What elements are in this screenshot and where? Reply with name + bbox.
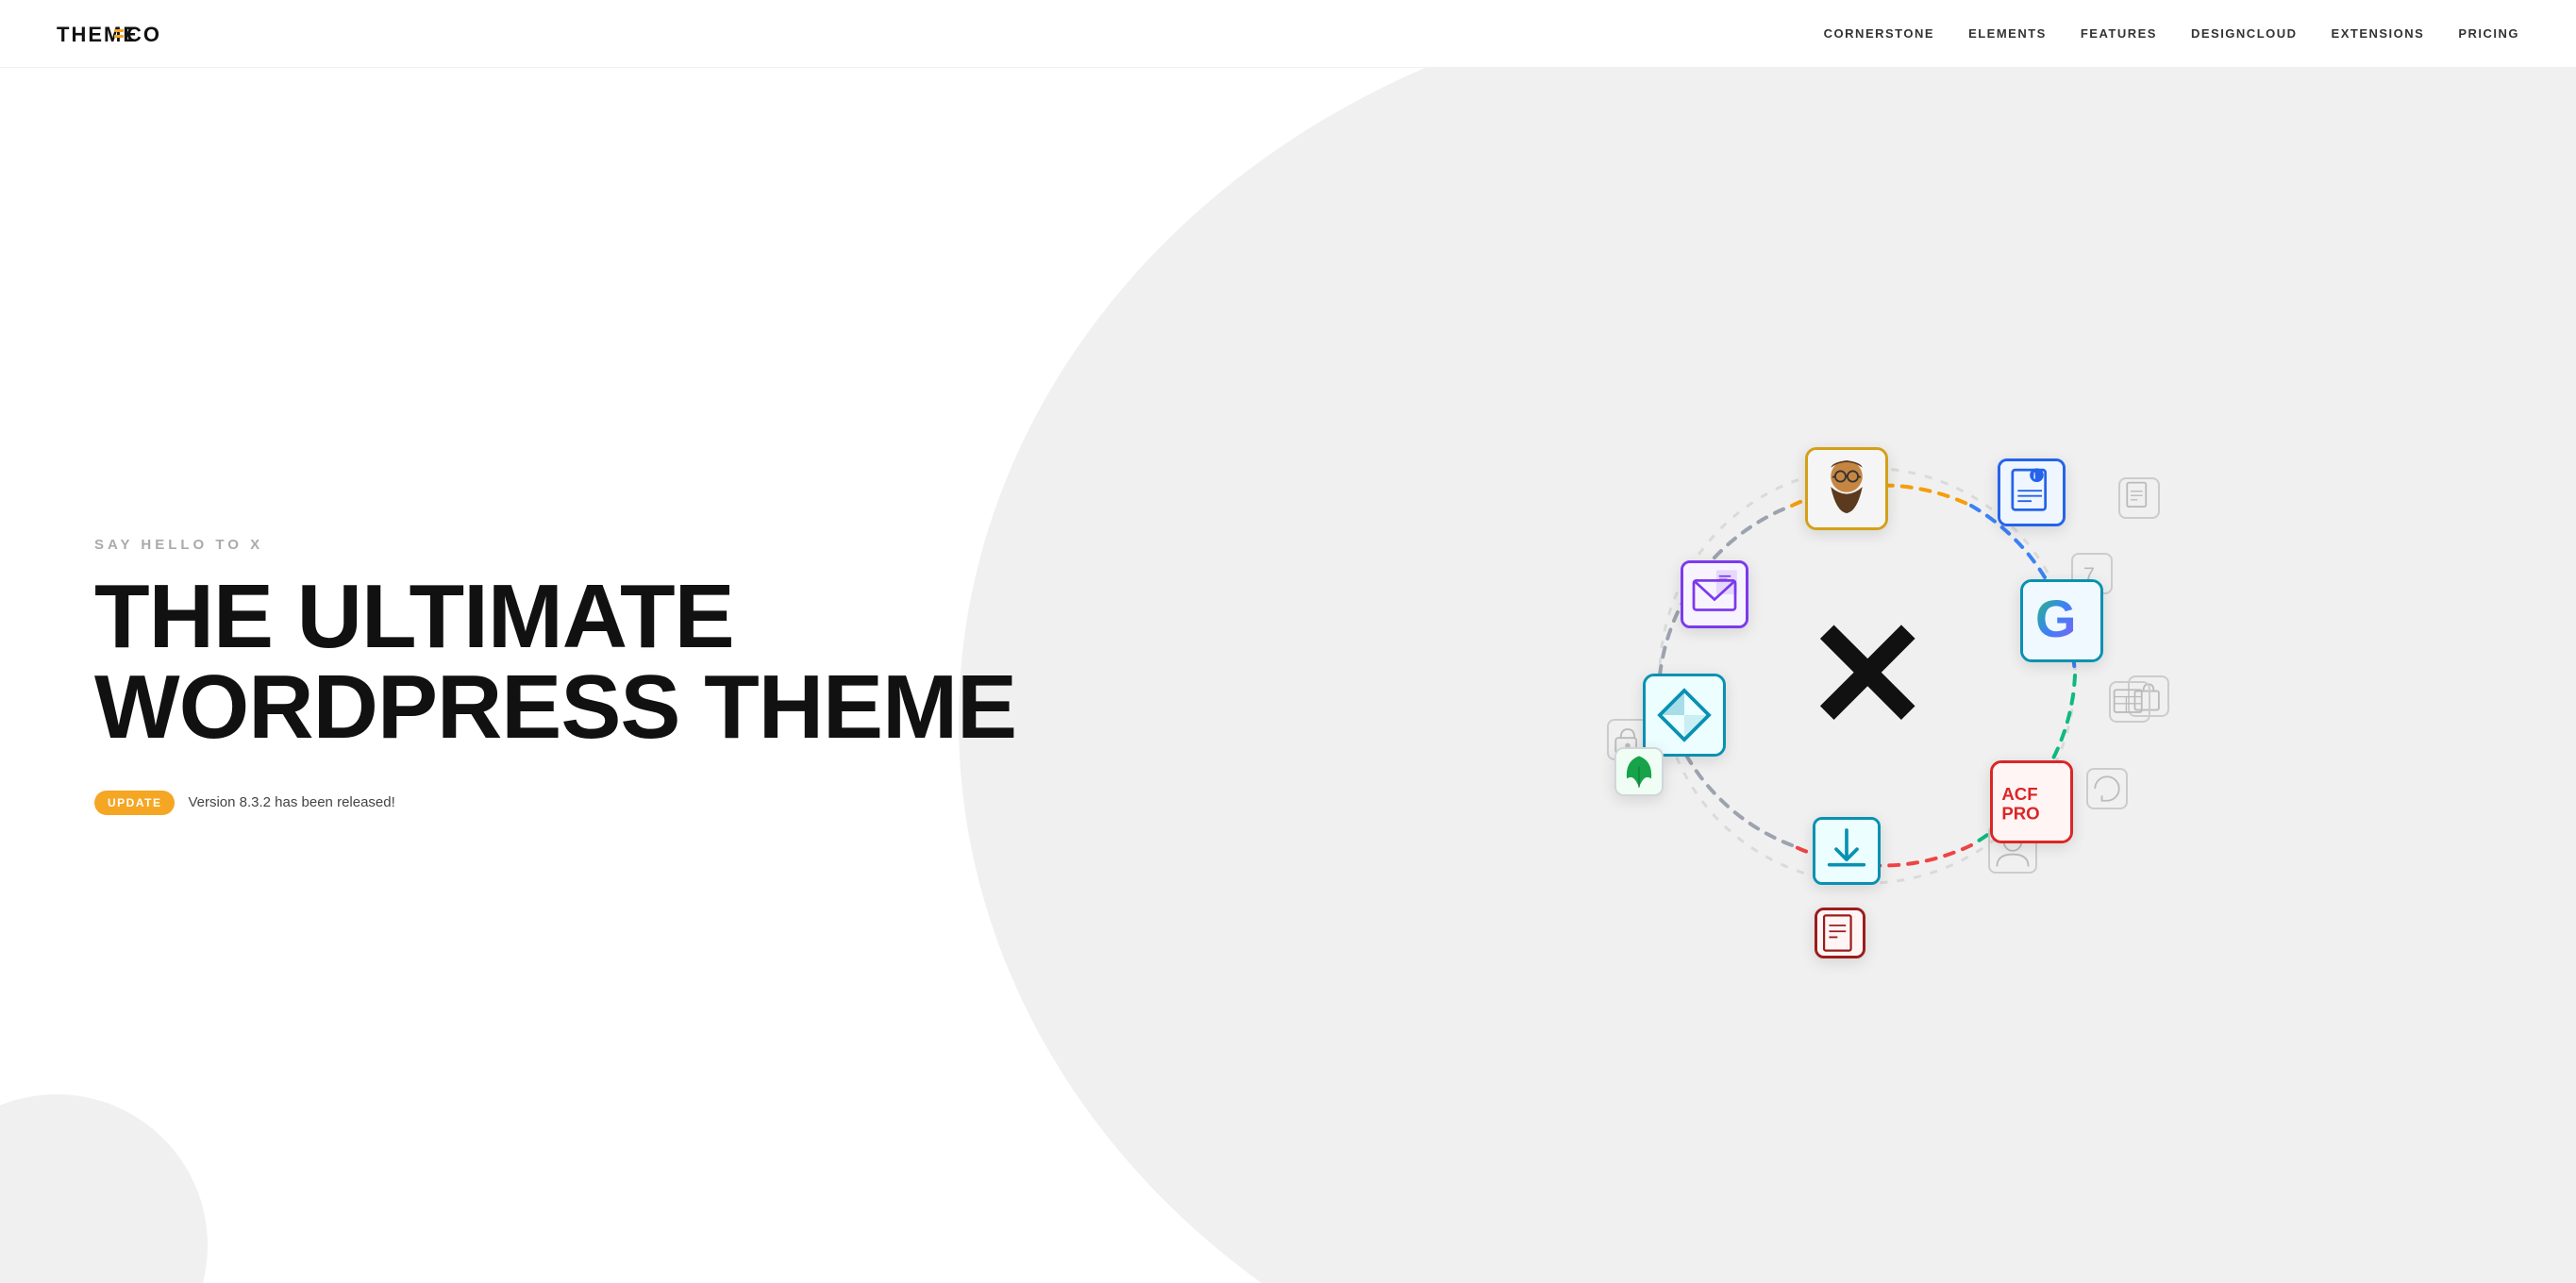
hero-title: THE ULTIMATE WORDPRESS THEME — [94, 572, 1016, 753]
svg-text:PRO: PRO — [2002, 804, 2040, 824]
svg-text:G: G — [2035, 589, 2076, 648]
svg-text:CO: CO — [126, 23, 161, 46]
svg-text:i: i — [2033, 471, 2036, 480]
hero-diagram: ✕ — [1160, 68, 2576, 1283]
icon-envelope — [1681, 560, 1748, 628]
update-badge[interactable]: UPDATE — [94, 791, 175, 815]
logo[interactable]: THEME CO — [57, 21, 179, 47]
hero-eyebrow: SAY HELLO TO X — [94, 537, 1016, 553]
nav-elements[interactable]: ELEMENTS — [1968, 26, 2047, 41]
svg-text:ACF: ACF — [2002, 784, 2038, 804]
icon-green-leaf — [1614, 747, 1664, 796]
nav-pricing[interactable]: PRICING — [2458, 26, 2519, 41]
icon-cornerstone — [1643, 674, 1726, 757]
icon-download — [1813, 817, 1881, 885]
center-x-logo: ✕ — [1804, 600, 1931, 751]
icon-small-doc-red — [1815, 908, 1865, 958]
nav-cornerstone[interactable]: CORNERSTONE — [1824, 26, 1934, 41]
nav-features[interactable]: FEATURES — [2081, 26, 2157, 41]
icon-acf-pro: ACF PRO — [1990, 760, 2073, 843]
update-text: Version 8.3.2 has been released! — [188, 794, 394, 810]
site-header: THEME CO CORNERSTONE ELEMENTS FEATURES D… — [0, 0, 2576, 68]
nav-designcloud[interactable]: DESIGNCLOUD — [2191, 26, 2298, 41]
icon-gradient-g: G — [2020, 579, 2103, 662]
icon-ghost-refresh — [2086, 768, 2128, 809]
update-bar: UPDATE Version 8.3.2 has been released! — [94, 791, 1016, 815]
main-nav: CORNERSTONE ELEMENTS FEATURES DESIGNCLOU… — [1824, 26, 2519, 41]
nav-extensions[interactable]: EXTENSIONS — [2332, 26, 2425, 41]
hero-content: SAY HELLO TO X THE ULTIMATE WORDPRESS TH… — [0, 461, 1092, 891]
icon-beard-avatar — [1805, 447, 1888, 530]
hero-section: SAY HELLO TO X THE ULTIMATE WORDPRESS TH… — [0, 68, 2576, 1283]
icon-diagram: ✕ — [1594, 402, 2141, 949]
icon-ghost-table — [2109, 681, 2150, 723]
icon-blue-doc: i — [1998, 458, 2066, 526]
icon-ghost-doc — [2118, 477, 2160, 519]
logo-svg: THEME CO — [57, 21, 179, 47]
bottom-blob — [0, 1094, 208, 1283]
